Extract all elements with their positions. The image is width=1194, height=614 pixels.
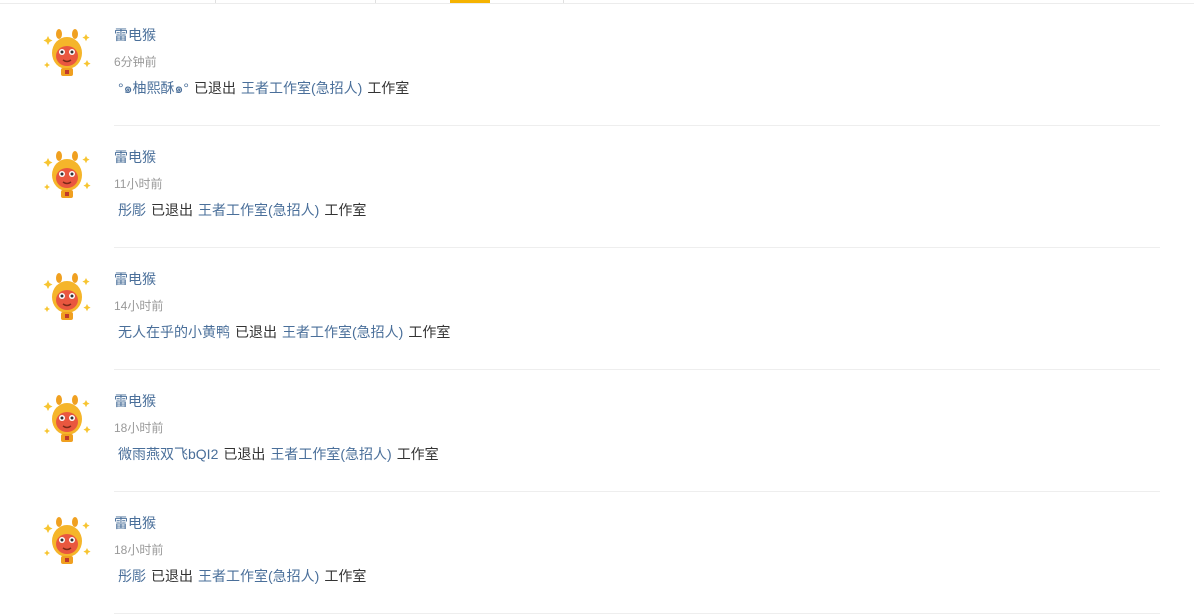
studio-link[interactable]: 王者工作室(急招人) — [198, 568, 319, 584]
monkey-avatar-icon[interactable] — [42, 514, 92, 568]
feed-timestamp: 11小时前 — [114, 177, 163, 191]
feed-content: 彤彫 已退出 王者工作室(急招人) 工作室 — [118, 200, 366, 220]
feed-item: 雷电猴 18小时前 微雨燕双飞bQI2 已退出 王者工作室(急招人) 工作室 — [0, 368, 1194, 492]
actor-link[interactable]: 彤彫 — [118, 568, 146, 584]
feed-timestamp: 18小时前 — [114, 543, 164, 557]
feed-username[interactable]: 雷电猴 — [114, 392, 156, 410]
feed-item: 雷电猴 14小时前 无人在乎的小黄鸭 已退出 王者工作室(急招人) 工作室 — [0, 246, 1194, 370]
monkey-avatar-icon[interactable] — [42, 148, 92, 202]
actor-link[interactable]: 无人在乎的小黄鸭 — [118, 324, 230, 340]
feed-timestamp: 14小时前 — [114, 299, 164, 313]
feed-timestamp: 6分钟前 — [114, 55, 157, 69]
studio-suffix: 工作室 — [367, 80, 410, 96]
studio-link[interactable]: 王者工作室(急招人) — [241, 80, 362, 96]
feed-item: 雷电猴 6分钟前 °๑柚熙酥๑° 已退出 王者工作室(急招人) 工作室 — [0, 2, 1194, 126]
actor-link[interactable]: 彤彫 — [118, 202, 146, 218]
feed-username[interactable]: 雷电猴 — [114, 26, 156, 44]
feed-username[interactable]: 雷电猴 — [114, 270, 156, 288]
feed-item: 雷电猴 18小时前 彤彫 已退出 王者工作室(急招人) 工作室 — [0, 490, 1194, 614]
feed-content: 无人在乎的小黄鸭 已退出 王者工作室(急招人) 工作室 — [118, 322, 450, 342]
studio-link[interactable]: 王者工作室(急招人) — [270, 446, 391, 462]
studio-suffix: 工作室 — [408, 324, 451, 340]
monkey-avatar-icon[interactable] — [42, 270, 92, 324]
action-verb: 已退出 — [193, 80, 236, 96]
studio-suffix: 工作室 — [324, 568, 367, 584]
feed-content: 彤彫 已退出 王者工作室(急招人) 工作室 — [118, 566, 366, 586]
feed-content: 微雨燕双飞bQI2 已退出 王者工作室(急招人) 工作室 — [118, 444, 439, 464]
studio-suffix: 工作室 — [396, 446, 439, 462]
action-verb: 已退出 — [151, 202, 193, 218]
action-verb: 已退出 — [151, 568, 193, 584]
feed-username[interactable]: 雷电猴 — [114, 148, 156, 166]
studio-link[interactable]: 王者工作室(急招人) — [198, 202, 319, 218]
action-verb: 已退出 — [235, 324, 277, 340]
studio-link[interactable]: 王者工作室(急招人) — [282, 324, 403, 340]
action-verb: 已退出 — [223, 446, 266, 462]
monkey-avatar-icon[interactable] — [42, 392, 92, 446]
actor-link[interactable]: °๑柚熙酥๑° — [118, 80, 189, 96]
feed-username[interactable]: 雷电猴 — [114, 514, 156, 532]
actor-link[interactable]: 微雨燕双飞bQI2 — [118, 446, 218, 462]
monkey-avatar-icon[interactable] — [42, 26, 92, 80]
feed-timestamp: 18小时前 — [114, 421, 164, 435]
studio-suffix: 工作室 — [324, 202, 367, 218]
feed-item: 雷电猴 11小时前 彤彫 已退出 王者工作室(急招人) 工作室 — [0, 124, 1194, 248]
feed-content: °๑柚熙酥๑° 已退出 王者工作室(急招人) 工作室 — [118, 78, 409, 98]
